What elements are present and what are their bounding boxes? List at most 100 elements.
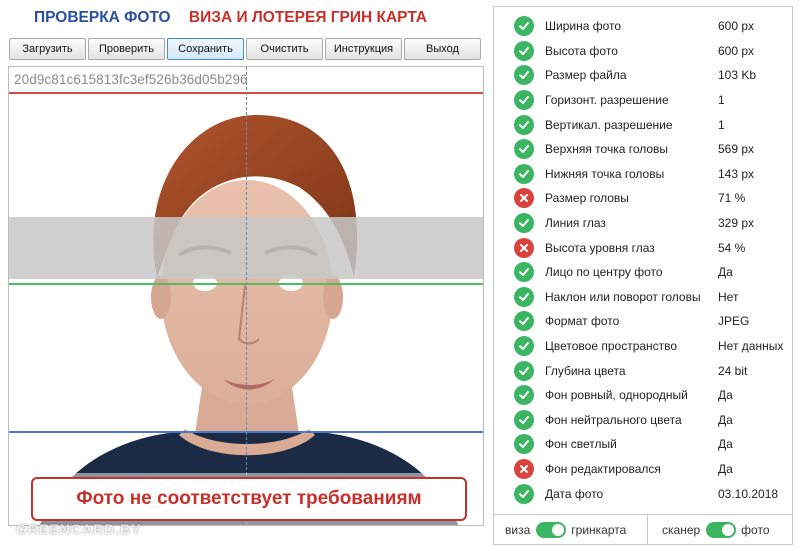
check-value: 24 bit — [718, 363, 748, 378]
check-circle-icon — [514, 139, 534, 160]
check-value: 1 — [718, 93, 725, 108]
check-row: Вертикал. разрешение 1 — [494, 112, 792, 137]
check-circle-icon — [514, 40, 534, 61]
check-label: Верхняя точка головы — [545, 142, 669, 157]
check-label: Размер файла — [545, 68, 627, 83]
check-label: Фон ровный, однородный — [545, 388, 688, 403]
check-row: Высота фото 600 px — [494, 39, 792, 64]
instruction-button[interactable]: Инструкция — [325, 38, 402, 60]
check-value: JPEG — [718, 314, 750, 329]
check-circle-icon — [514, 336, 534, 357]
check-row: Глубина цвета 24 bit — [494, 358, 792, 383]
check-label: Фон редактировался — [545, 461, 661, 476]
photo-preview: 20d9c81c615813fc3ef526b36d05b296 Фото не… — [8, 66, 484, 526]
check-circle-icon — [514, 114, 534, 135]
mode-footer: виза гринкарта сканер фото — [494, 514, 792, 544]
check-value: 54 % — [718, 240, 746, 255]
source-group: сканер фото — [648, 515, 770, 544]
center-line — [246, 67, 247, 525]
check-row: Нижняя точка головы 143 px — [494, 162, 792, 187]
check-label: Вертикал. разрешение — [545, 117, 673, 132]
check-value: 103 Kb — [718, 68, 757, 83]
cross-circle-icon — [514, 458, 534, 479]
check-label: Дата фото — [545, 486, 604, 501]
check-row: Наклон или поворот головы Нет — [494, 285, 792, 310]
title-visa-lottery: ВИЗА И ЛОТЕРЕЯ ГРИН КАРТА — [188, 9, 427, 26]
check-label: Цветовое пространство — [545, 339, 678, 354]
visa-mode-group: виза гринкарта — [494, 515, 648, 544]
app-title: ПРОВЕРКА ФОТО ВИЗА И ЛОТЕРЕЯ ГРИН КАРТА — [34, 9, 427, 27]
check-circle-icon — [514, 163, 534, 184]
check-label: Нижняя точка головы — [545, 166, 665, 181]
check-value: 143 px — [718, 166, 755, 181]
visa-greencard-toggle[interactable] — [536, 521, 567, 538]
check-circle-icon — [514, 483, 534, 504]
watermark: GREENCARD.BY — [16, 521, 142, 537]
check-value: Да — [718, 265, 733, 280]
check-label: Ширина фото — [545, 19, 622, 34]
check-label: Линия глаз — [545, 216, 606, 231]
check-circle-icon — [514, 286, 534, 307]
check-label: Горизонт. разрешение — [545, 93, 669, 108]
photo-label: фото — [741, 522, 770, 537]
check-circle-icon — [514, 262, 534, 283]
check-value: Да — [718, 388, 733, 403]
visa-label: виза — [505, 522, 531, 537]
cross-circle-icon — [514, 237, 534, 258]
save-button[interactable]: Сохранить — [167, 38, 244, 60]
load-button[interactable]: Загрузить — [9, 38, 86, 60]
check-circle-icon — [514, 311, 534, 332]
check-value: 600 px — [718, 19, 755, 34]
check-circle-icon — [514, 16, 534, 37]
check-circle-icon — [514, 213, 534, 234]
check-row: Цветовое пространство Нет данных — [494, 334, 792, 359]
check-circle-icon — [514, 65, 534, 86]
check-circle-icon — [514, 385, 534, 406]
check-row: Фон нейтрального цвета Да — [494, 408, 792, 433]
check-button[interactable]: Проверить — [88, 38, 165, 60]
scanner-label: сканер — [662, 522, 701, 537]
check-row: Фон редактировался Да — [494, 457, 792, 482]
check-label: Фон нейтрального цвета — [545, 412, 682, 427]
check-row: Ширина фото 600 px — [494, 14, 792, 39]
toolbar: Загрузить Проверить Сохранить Очистить И… — [9, 38, 481, 60]
check-label: Лицо по центру фото — [545, 265, 663, 280]
check-row: Верхняя точка головы 569 px — [494, 137, 792, 162]
check-row: Лицо по центру фото Да — [494, 260, 792, 285]
check-value: Нет — [718, 289, 739, 304]
check-row: Формат фото JPEG — [494, 309, 792, 334]
verdict-banner: Фото не соответствует требованиям — [31, 477, 467, 521]
check-value: 1 — [718, 117, 725, 132]
check-value: 03.10.2018 — [718, 486, 779, 501]
check-row: Линия глаз 329 px — [494, 211, 792, 236]
check-row: Фон светлый Да — [494, 432, 792, 457]
scanner-photo-toggle[interactable] — [706, 521, 737, 538]
check-label: Высота фото — [545, 43, 618, 58]
exit-button[interactable]: Выход — [404, 38, 481, 60]
clear-button[interactable]: Очистить — [246, 38, 323, 60]
check-circle-icon — [514, 90, 534, 111]
check-value: Нет данных — [718, 339, 784, 354]
check-circle-icon — [514, 434, 534, 455]
cross-circle-icon — [514, 188, 534, 209]
checks-panel: Ширина фото 600 px Высота фото 600 px Размер… — [493, 6, 793, 545]
check-value: 569 px — [718, 142, 755, 157]
check-value: Да — [718, 437, 733, 452]
check-value: Да — [718, 412, 733, 427]
check-label: Фон светлый — [545, 437, 617, 452]
check-label: Формат фото — [545, 314, 620, 329]
check-value: 329 px — [718, 216, 755, 231]
check-label: Высота уровня глаз — [545, 240, 655, 255]
check-circle-icon — [514, 360, 534, 381]
check-circle-icon — [514, 409, 534, 430]
check-label: Наклон или поворот головы — [545, 289, 701, 304]
check-value: 71 % — [718, 191, 746, 206]
check-row: Дата фото 03.10.2018 — [494, 481, 792, 506]
check-row: Размер головы 71 % — [494, 186, 792, 211]
check-label: Глубина цвета — [545, 363, 626, 378]
check-value: 600 px — [718, 43, 755, 58]
check-row: Фон ровный, однородный Да — [494, 383, 792, 408]
title-photo-check: ПРОВЕРКА ФОТО — [34, 9, 171, 26]
photo-hash: 20d9c81c615813fc3ef526b36d05b296 — [14, 72, 248, 87]
check-label: Размер головы — [545, 191, 629, 206]
